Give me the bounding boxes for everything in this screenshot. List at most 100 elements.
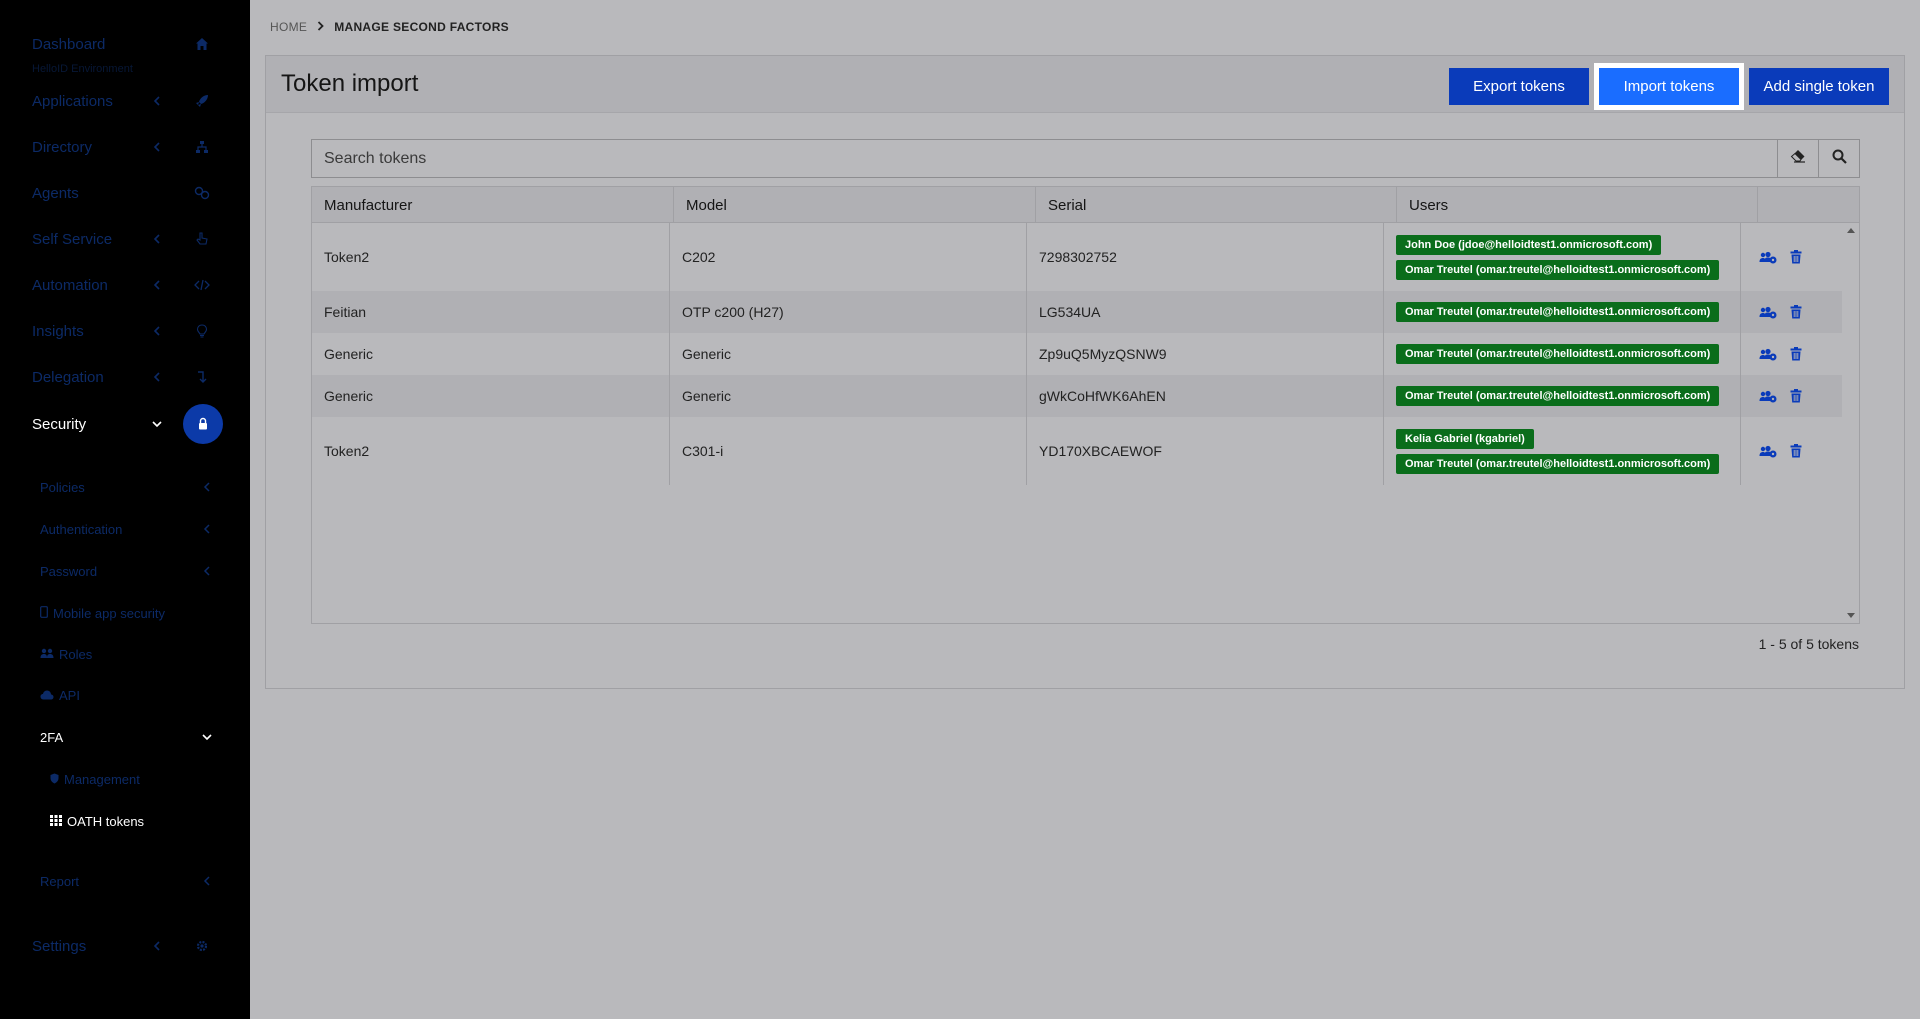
agents-icon xyxy=(190,181,214,205)
export-tokens-button[interactable]: Export tokens xyxy=(1449,68,1589,105)
sidebar-item-2fa[interactable]: 2FA xyxy=(0,722,250,752)
breadcrumb: HOME MANAGE SECOND FACTORS xyxy=(270,20,509,34)
sidebar-item-label: Automation xyxy=(32,276,108,294)
sidebar-item-insights[interactable]: Insights xyxy=(0,311,250,351)
token-count: 1 - 5 of 5 tokens xyxy=(1758,636,1859,652)
sidebar-item-automation[interactable]: Automation xyxy=(0,265,250,305)
cell-serial: LG534UA xyxy=(1027,291,1384,333)
table-row[interactable]: Token2 C202 7298302752 John Doe (jdoe@he… xyxy=(312,223,1842,291)
sidebar-item-api[interactable]: API xyxy=(0,680,250,710)
breadcrumb-current: MANAGE SECOND FACTORS xyxy=(334,20,509,34)
user-badge[interactable]: Omar Treutel (omar.treutel@helloidtest1.… xyxy=(1396,453,1720,474)
cell-serial: Zp9uQ5MyzQSNW9 xyxy=(1027,333,1384,375)
sidebar-item-label: Password xyxy=(40,563,98,579)
search-input[interactable] xyxy=(312,140,1777,177)
cell-model: C301-i xyxy=(670,417,1027,485)
cell-users: Kelia Gabriel (kgabriel) Omar Treutel (o… xyxy=(1396,417,1720,485)
chevron-left-icon xyxy=(150,232,164,246)
sidebar-item-policies[interactable]: Policies xyxy=(0,472,250,502)
sidebar-item-settings[interactable]: Settings xyxy=(0,926,250,966)
sidebar-item-label: Dashboard xyxy=(32,35,106,53)
cell-users: Omar Treutel (omar.treutel@helloidtest1.… xyxy=(1396,291,1720,333)
trash-icon[interactable] xyxy=(1786,344,1806,364)
user-badge[interactable]: Kelia Gabriel (kgabriel) xyxy=(1396,428,1534,449)
chevron-left-icon xyxy=(150,370,164,384)
sidebar-item-label: Roles xyxy=(59,646,93,662)
sidebar-item-roles[interactable]: Roles xyxy=(0,639,250,669)
column-header-model[interactable]: Model xyxy=(674,187,1036,223)
search-button[interactable] xyxy=(1818,140,1859,177)
chevron-left-icon xyxy=(150,278,164,292)
trash-icon[interactable] xyxy=(1786,386,1806,406)
assign-users-icon[interactable] xyxy=(1758,441,1778,461)
cell-model: C202 xyxy=(670,223,1027,291)
chevron-left-icon xyxy=(200,480,214,494)
scroll-down-icon[interactable] xyxy=(1847,613,1855,618)
sidebar-item-dashboard[interactable]: Dashboard xyxy=(0,24,250,64)
sidebar-item-label: Authentication xyxy=(40,521,123,537)
user-badge[interactable]: Omar Treutel (omar.treutel@helloidtest1.… xyxy=(1396,259,1720,280)
cell-manufacturer: Token2 xyxy=(312,223,670,291)
user-badge[interactable]: Omar Treutel (omar.treutel@helloidtest1.… xyxy=(1396,344,1720,364)
user-badge[interactable]: Omar Treutel (omar.treutel@helloidtest1.… xyxy=(1396,386,1720,406)
sidebar-item-label: Policies xyxy=(40,479,85,495)
table-row[interactable]: Feitian OTP c200 (H27) LG534UA Omar Treu… xyxy=(312,291,1842,333)
sidebar: Dashboard HelloID Environment Applicatio… xyxy=(0,0,250,1019)
column-header-manufacturer[interactable]: Manufacturer xyxy=(312,187,674,223)
gear-icon xyxy=(190,934,214,958)
card-header: Token import Export tokens Import tokens… xyxy=(266,56,1904,113)
sidebar-item-delegation[interactable]: Delegation xyxy=(0,357,250,397)
clear-search-button[interactable] xyxy=(1777,140,1818,177)
cell-serial: YD170XBCAEWOF xyxy=(1027,417,1384,485)
trash-icon[interactable] xyxy=(1786,441,1806,461)
sidebar-item-directory[interactable]: Directory xyxy=(0,127,250,167)
assign-users-icon[interactable] xyxy=(1758,247,1778,267)
tokens-table: Manufacturer Model Serial Users Token2 C… xyxy=(311,186,1860,624)
home-icon xyxy=(190,32,214,56)
cell-manufacturer: Feitian xyxy=(312,291,670,333)
trash-icon[interactable] xyxy=(1786,302,1806,322)
chevron-left-icon xyxy=(150,939,164,953)
cell-model: OTP c200 (H27) xyxy=(670,291,1027,333)
cell-serial: 7298302752 xyxy=(1027,223,1384,291)
cell-model: Generic xyxy=(670,375,1027,417)
sidebar-item-label: Applications xyxy=(32,92,113,110)
chevron-left-icon xyxy=(200,564,214,578)
user-badge[interactable]: Omar Treutel (omar.treutel@helloidtest1.… xyxy=(1396,302,1720,322)
sidebar-item-oath-tokens[interactable]: OATH tokens xyxy=(10,806,260,836)
table-row[interactable]: Generic Generic Zp9uQ5MyzQSNW9 Omar Treu… xyxy=(312,333,1842,375)
cell-users: Omar Treutel (omar.treutel@helloidtest1.… xyxy=(1396,333,1720,375)
sidebar-item-authentication[interactable]: Authentication xyxy=(0,514,250,544)
cell-manufacturer: Generic xyxy=(312,375,670,417)
column-header-users[interactable]: Users xyxy=(1397,187,1758,223)
table-row[interactable]: Generic Generic gWkCoHfWK6AhEN Omar Treu… xyxy=(312,375,1842,417)
sidebar-item-report[interactable]: Report xyxy=(0,866,250,896)
assign-users-icon[interactable] xyxy=(1758,302,1778,322)
sidebar-item-self-service[interactable]: Self Service xyxy=(0,219,250,259)
scroll-up-icon[interactable] xyxy=(1847,228,1855,233)
code-icon xyxy=(190,273,214,297)
sidebar-item-label: Settings xyxy=(32,937,87,955)
import-tokens-button[interactable]: Import tokens xyxy=(1594,63,1744,110)
sidebar-item-label: Mobile app security xyxy=(53,605,165,621)
sidebar-item-password[interactable]: Password xyxy=(0,556,250,586)
trash-icon[interactable] xyxy=(1786,247,1806,267)
sidebar-item-agents[interactable]: Agents xyxy=(0,173,250,213)
sidebar-item-applications[interactable]: Applications xyxy=(0,81,250,121)
sidebar-item-mobile-app-security[interactable]: Mobile app security xyxy=(0,598,250,628)
table-scrollbar[interactable] xyxy=(1843,223,1859,623)
assign-users-icon[interactable] xyxy=(1758,386,1778,406)
column-header-serial[interactable]: Serial xyxy=(1036,187,1397,223)
assign-users-icon[interactable] xyxy=(1758,344,1778,364)
sidebar-item-security[interactable]: Security xyxy=(0,404,250,444)
cell-manufacturer: Generic xyxy=(312,333,670,375)
user-badge[interactable]: John Doe (jdoe@helloidtest1.onmicrosoft.… xyxy=(1396,234,1662,255)
sidebar-item-label: API xyxy=(59,687,80,703)
lightbulb-icon xyxy=(190,319,214,343)
breadcrumb-home-link[interactable]: HOME xyxy=(270,20,307,34)
row-actions xyxy=(1758,417,1806,485)
add-single-token-button[interactable]: Add single token xyxy=(1749,68,1889,105)
chevron-down-icon xyxy=(200,730,214,744)
table-row[interactable]: Token2 C301-i YD170XBCAEWOF Kelia Gabrie… xyxy=(312,417,1842,485)
sidebar-item-management[interactable]: Management xyxy=(10,764,260,794)
